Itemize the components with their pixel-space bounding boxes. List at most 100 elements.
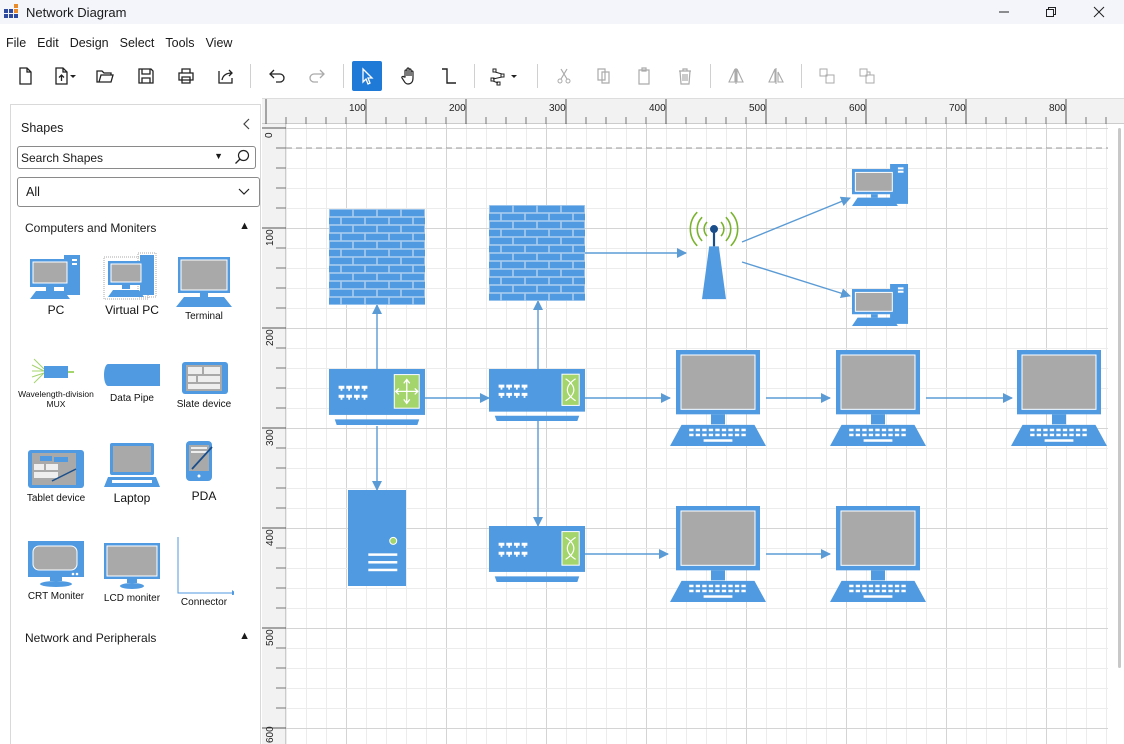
connector-tool-button[interactable]: [434, 61, 464, 91]
node-pc-top[interactable]: [852, 164, 908, 206]
node-switch-2[interactable]: [489, 526, 585, 582]
shape-slate-device[interactable]: Slate device: [169, 361, 239, 410]
save-button[interactable]: [131, 61, 161, 91]
close-button[interactable]: [1076, 0, 1122, 24]
close-icon: [1093, 6, 1105, 18]
node-router[interactable]: [329, 369, 425, 425]
bring-forward-icon: [819, 68, 835, 84]
pan-tool-button[interactable]: [394, 61, 424, 91]
node-pc-mid[interactable]: [852, 284, 908, 326]
folder-open-icon: [96, 70, 114, 83]
shape-laptop[interactable]: Laptop: [97, 441, 167, 505]
open-button[interactable]: [90, 61, 120, 91]
toolbar-separator: [801, 64, 802, 88]
tablet-device-icon: [28, 450, 84, 488]
app-logo-icon: [4, 4, 20, 20]
menu-bar: File Edit Design Select Tools View: [0, 32, 243, 54]
connector-icon: [442, 68, 456, 84]
shapes-panel: Shapes Search Shapes ▼ All Computers and…: [10, 104, 261, 744]
delete-icon: [679, 68, 691, 85]
node-terminal-3[interactable]: [1011, 350, 1107, 446]
connector-type-button[interactable]: [483, 61, 525, 91]
toolbar-separator: [710, 64, 711, 88]
maximize-button[interactable]: [1028, 0, 1074, 24]
category-network-and-peripherals[interactable]: Network and Peripherals: [25, 631, 156, 645]
bring-forward-button[interactable]: [812, 61, 842, 91]
virtual-pc-icon: [103, 252, 157, 300]
horizontal-ruler: 100 200 300 400 500 600 700 800: [262, 98, 1124, 125]
search-icon[interactable]: [234, 149, 250, 168]
ruler-label: 600: [849, 103, 866, 114]
import-button[interactable]: [48, 61, 82, 91]
shape-label: Connector: [180, 597, 228, 608]
menu-select[interactable]: Select: [120, 36, 155, 50]
new-document-icon: [19, 67, 32, 85]
node-wireless-tower[interactable]: [689, 211, 739, 300]
flip-vertical-button[interactable]: [761, 61, 791, 91]
search-shapes-input[interactable]: Search Shapes ▼: [17, 146, 256, 169]
node-terminal-5[interactable]: [830, 506, 926, 602]
chevron-up-icon[interactable]: ▲: [239, 630, 250, 642]
send-backward-button[interactable]: [852, 61, 882, 91]
shape-lcd-moniter[interactable]: LCD moniter: [97, 541, 167, 604]
shape-connector[interactable]: Connector: [169, 535, 239, 608]
ruler-label: 400: [265, 529, 276, 546]
new-file-button[interactable]: [10, 61, 40, 91]
shape-crt-moniter[interactable]: CRT Moniter: [21, 539, 91, 602]
menu-design[interactable]: Design: [70, 36, 109, 50]
vertical-scrollbar[interactable]: [1118, 128, 1121, 668]
ruler-label: 700: [949, 103, 966, 114]
node-server[interactable]: [348, 490, 406, 586]
export-button[interactable]: [211, 61, 241, 91]
menu-edit[interactable]: Edit: [37, 36, 59, 50]
node-switch-1[interactable]: [489, 369, 585, 421]
menu-file[interactable]: File: [6, 36, 26, 50]
node-terminal-4[interactable]: [670, 506, 766, 602]
chevron-down-icon: [237, 184, 251, 201]
toolbar-separator: [343, 64, 344, 88]
node-firewall-2[interactable]: [489, 205, 585, 301]
category-computers-and-moniters[interactable]: Computers and Moniters: [25, 221, 156, 235]
ruler-label: 200: [265, 329, 276, 346]
ruler-label: 0: [264, 132, 275, 138]
delete-button[interactable]: [670, 61, 700, 91]
node-terminal-1[interactable]: [670, 350, 766, 446]
shape-pda[interactable]: PDA: [169, 439, 239, 503]
shape-virtual-pc[interactable]: Virtual PC: [97, 251, 167, 317]
node-terminal-2[interactable]: [830, 350, 926, 446]
chevron-up-icon[interactable]: ▲: [239, 220, 250, 232]
redo-icon: [309, 69, 325, 83]
node-firewall-1[interactable]: [329, 209, 425, 305]
ruler-label: 500: [265, 629, 276, 646]
shape-data-pipe[interactable]: Data Pipe: [97, 361, 167, 404]
undo-icon: [269, 69, 285, 83]
menu-tools[interactable]: Tools: [165, 36, 194, 50]
copy-button[interactable]: [589, 61, 619, 91]
caret-down-icon[interactable]: ▼: [214, 151, 223, 161]
category-filter-select[interactable]: All: [17, 177, 260, 207]
menu-view[interactable]: View: [206, 36, 233, 50]
flip-horizontal-button[interactable]: [721, 61, 751, 91]
minimize-button[interactable]: [981, 0, 1027, 24]
diagram-canvas[interactable]: [286, 124, 1108, 744]
cut-button[interactable]: [549, 61, 579, 91]
title-bar: Network Diagram: [0, 0, 1124, 24]
ruler-label: 400: [649, 103, 666, 114]
toolbar-separator: [250, 64, 251, 88]
shape-wavelength-division-mux[interactable]: Wavelength-division MUX: [18, 357, 94, 409]
redo-button[interactable]: [302, 61, 332, 91]
shape-pc[interactable]: PC: [21, 251, 91, 317]
toolbar: [0, 60, 1124, 92]
shape-terminal[interactable]: Terminal: [169, 251, 239, 322]
pointer-icon: [362, 67, 374, 85]
select-tool-button[interactable]: [352, 61, 382, 91]
print-button[interactable]: [171, 61, 201, 91]
ruler-label: 300: [549, 103, 566, 114]
collapse-panel-button[interactable]: [242, 117, 252, 133]
undo-button[interactable]: [262, 61, 292, 91]
flip-vertical-icon: [768, 68, 784, 84]
connector-shape-icon: [177, 537, 236, 596]
minimize-icon: [999, 11, 1009, 13]
shape-tablet-device[interactable]: Tablet device: [21, 449, 91, 504]
paste-button[interactable]: [629, 61, 659, 91]
